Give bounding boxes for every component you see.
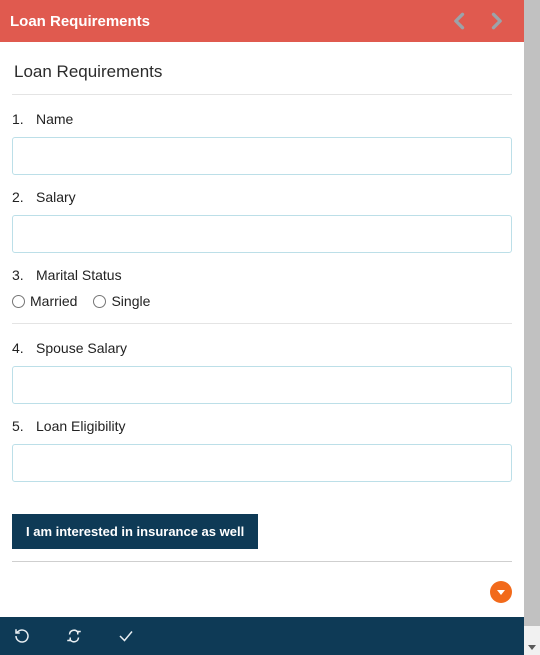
triangle-down-icon [527, 642, 537, 652]
spouse-salary-input[interactable] [12, 366, 512, 404]
radio-single[interactable]: Single [93, 293, 150, 309]
refresh-button[interactable] [8, 622, 36, 650]
question-label: Loan Eligibility [36, 418, 126, 434]
footer-toolbar [0, 617, 524, 655]
header-bar: Loan Requirements [0, 0, 524, 42]
divider [12, 561, 512, 562]
divider [12, 323, 512, 324]
header-title: Loan Requirements [10, 13, 442, 30]
question-number: 3. [12, 267, 26, 283]
triangle-down-icon [496, 587, 506, 597]
question-salary: 2. Salary [12, 189, 512, 253]
question-number: 5. [12, 418, 26, 434]
name-input[interactable] [12, 137, 512, 175]
question-label: Name [36, 111, 73, 127]
salary-input[interactable] [12, 215, 512, 253]
question-name: 1. Name [12, 111, 512, 175]
question-label: Marital Status [36, 267, 122, 283]
radio-married[interactable]: Married [12, 293, 77, 309]
next-button[interactable] [478, 3, 514, 39]
question-spouse-salary: 4. Spouse Salary [12, 340, 512, 404]
question-number: 4. [12, 340, 26, 356]
radio-married-input[interactable] [12, 295, 25, 308]
question-loan-eligibility: 5. Loan Eligibility [12, 418, 512, 482]
divider [12, 94, 512, 95]
scrollbar[interactable] [524, 0, 540, 655]
question-label: Salary [36, 189, 76, 205]
question-label: Spouse Salary [36, 340, 127, 356]
check-icon [117, 627, 135, 645]
refresh-icon [13, 627, 31, 645]
form-title: Loan Requirements [14, 62, 510, 82]
form-content: Loan Requirements 1. Name 2. Salary 3. M… [0, 42, 524, 617]
sync-icon [65, 627, 83, 645]
chevron-left-icon [450, 11, 470, 31]
submit-button[interactable] [112, 622, 140, 650]
question-number: 2. [12, 189, 26, 205]
floating-action-button[interactable] [490, 581, 512, 603]
scroll-down-button[interactable] [526, 641, 538, 653]
interest-button[interactable]: I am interested in insurance as well [12, 514, 258, 549]
loan-eligibility-input[interactable] [12, 444, 512, 482]
chevron-right-icon [486, 11, 506, 31]
radio-single-input[interactable] [93, 295, 106, 308]
sync-button[interactable] [60, 622, 88, 650]
scrollbar-thumb[interactable] [524, 0, 540, 626]
prev-button[interactable] [442, 3, 478, 39]
question-marital-status: 3. Marital Status Married Single [12, 267, 512, 324]
radio-label: Married [30, 293, 77, 309]
radio-label: Single [111, 293, 150, 309]
question-number: 1. [12, 111, 26, 127]
